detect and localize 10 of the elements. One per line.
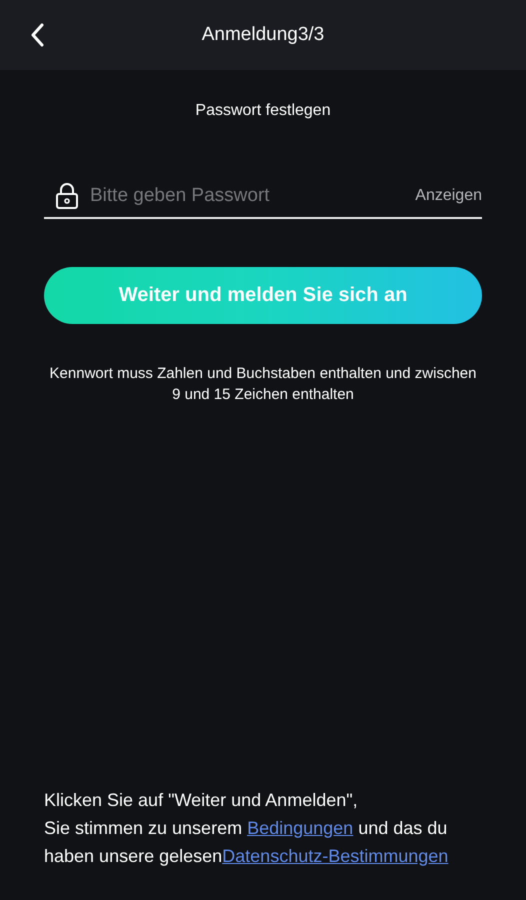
back-icon[interactable] (30, 23, 44, 47)
terms-link[interactable]: Bedingungen (247, 818, 354, 838)
section-heading: Passwort festlegen (194, 102, 332, 120)
password-field[interactable]: Bitte geben Passwort Anzeigen (44, 175, 482, 219)
page-title: Anmeldung3/3 (202, 24, 324, 46)
password-hint: Kennwort muss Zahlen und Buchstaben enthalten und zwischen 9 und 15 Zeichen enthalten (48, 364, 478, 405)
show-password-button[interactable]: Anzeigen (415, 187, 482, 205)
lock-icon (56, 183, 78, 209)
terms-link[interactable]: Datenschutz-Bestimmungen (222, 846, 448, 866)
consent-text: Klicken Sie auf "Weiter und Anmelden", Sie stimmen zu unserem Bedingungen und das du haben unsere gelesenDatenschutz-Bestimmungen (44, 789, 450, 868)
